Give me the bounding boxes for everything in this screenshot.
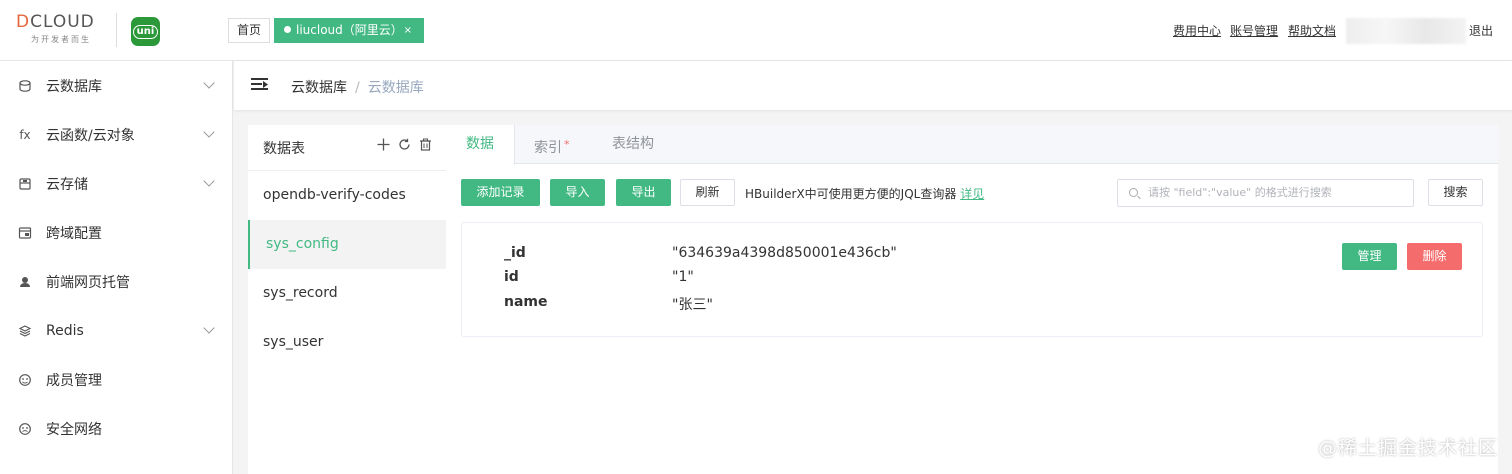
- import-button[interactable]: 导入: [550, 179, 605, 206]
- search-icon: [1129, 188, 1138, 197]
- breadcrumb-separator: /: [355, 80, 360, 96]
- sidebar-item-label: 成员管理: [46, 372, 102, 389]
- table-actions: [377, 138, 432, 155]
- link-help[interactable]: 帮助文档: [1288, 22, 1336, 39]
- delete-icon[interactable]: [419, 138, 432, 155]
- tab-label: 索引: [534, 140, 562, 156]
- sidebar-item-functions[interactable]: fx 云函数/云对象: [0, 110, 233, 159]
- link-billing[interactable]: 费用中心: [1173, 22, 1221, 39]
- refresh-icon[interactable]: [398, 138, 411, 155]
- sidebar-item-label: Redis: [46, 322, 84, 339]
- chevron-down-icon: [203, 175, 215, 187]
- tab-label: liucloud（阿里云）: [296, 23, 403, 37]
- table-item[interactable]: sys_user: [248, 318, 446, 367]
- tables-panel: 数据表 opendb-verify-codes sys_config sys_r…: [248, 125, 446, 474]
- delete-button[interactable]: 删除: [1407, 243, 1462, 270]
- close-icon[interactable]: ×: [404, 18, 412, 43]
- tab-data[interactable]: 数据: [446, 125, 515, 165]
- link-account[interactable]: 账号管理: [1230, 22, 1278, 39]
- user-avatar-blurred[interactable]: [1346, 18, 1466, 44]
- sidebar-item-redis[interactable]: Redis: [0, 306, 233, 355]
- tab-index[interactable]: 索引 *: [514, 125, 590, 164]
- sidebar-item-label: 云存储: [46, 176, 88, 193]
- hint-text: HBuilderX中可使用更方便的JQL查询器: [745, 187, 957, 201]
- sidebar-item-label: 跨域配置: [46, 225, 102, 242]
- breadcrumb: 云数据库 / 云数据库: [291, 77, 424, 97]
- active-dot-icon: [284, 26, 291, 33]
- search-placeholder: 请按 "field":"value" 的格式进行搜索: [1148, 186, 1332, 199]
- sidebar-item-hosting[interactable]: 前端网页托管: [0, 257, 233, 306]
- tab-liucloud[interactable]: liucloud（阿里云） ×: [274, 18, 424, 43]
- search-button[interactable]: 搜索: [1428, 179, 1483, 206]
- storage-icon: [18, 177, 32, 191]
- sidebar-item-cors[interactable]: 跨域配置: [0, 208, 233, 257]
- dcloud-logo[interactable]: DCLOUD 为开发者而生: [16, 12, 106, 48]
- table-item-selected[interactable]: sys_config: [248, 220, 446, 269]
- database-icon: [18, 79, 32, 93]
- watermark: @稀土掘金技术社区: [1317, 437, 1498, 459]
- breadcrumb-current: 云数据库: [367, 80, 424, 96]
- chevron-down-icon: [203, 126, 215, 138]
- search-input[interactable]: 请按 "field":"value" 的格式进行搜索: [1117, 179, 1414, 207]
- sidebar-item-security[interactable]: 安全网络: [0, 404, 233, 453]
- sidebar-item-label: 云数据库: [46, 78, 102, 95]
- add-record-button[interactable]: 添加记录: [461, 179, 540, 206]
- logo-tagline: 为开发者而生: [31, 35, 91, 44]
- logo-divider: [116, 13, 117, 47]
- breadcrumb-bar: 云数据库 / 云数据库: [234, 61, 1512, 110]
- field-key: _id: [504, 245, 526, 261]
- sidebar-item-members[interactable]: 成员管理: [0, 355, 233, 404]
- required-mark: *: [564, 138, 570, 151]
- tab-strip: 数据 索引 * 表结构: [446, 125, 1498, 165]
- tables-header: 数据表: [248, 125, 446, 171]
- sidebar-item-label: 安全网络: [46, 421, 102, 438]
- chevron-down-icon: [203, 77, 215, 89]
- refresh-button[interactable]: 刷新: [680, 179, 735, 206]
- table-item[interactable]: sys_record: [248, 269, 446, 318]
- logout-link[interactable]: 退出: [1469, 22, 1493, 39]
- members-icon: [18, 373, 32, 387]
- sidebar: 云数据库 fx 云函数/云对象 云存储 跨域配置 前端网页托管 Redis 成员…: [0, 61, 233, 474]
- top-bar: DCLOUD 为开发者而生 uni 首页 liucloud（阿里云） × 费用中…: [0, 0, 1512, 61]
- logo-text: DCLOUD: [16, 12, 95, 32]
- uni-app-icon[interactable]: uni: [131, 17, 160, 46]
- field-key: name: [504, 294, 548, 310]
- hosting-icon: [18, 275, 32, 289]
- record-card: _id "634639a4398d850001e436cb" id "1" na…: [461, 222, 1483, 337]
- chevron-down-icon: [203, 322, 215, 334]
- tables-title: 数据表: [263, 141, 305, 157]
- field-value: "张三": [672, 297, 713, 313]
- redis-icon: [18, 324, 32, 338]
- field-value: "634639a4398d850001e436cb": [672, 245, 897, 261]
- main-panel: 数据 索引 * 表结构 添加记录 导入 导出 刷新 HBuilderX中可使用更方…: [446, 125, 1498, 474]
- breadcrumb-root[interactable]: 云数据库: [291, 80, 347, 96]
- manage-button[interactable]: 管理: [1342, 243, 1397, 270]
- function-icon: fx: [19, 127, 31, 142]
- export-button[interactable]: 导出: [616, 179, 671, 206]
- table-item[interactable]: opendb-verify-codes: [248, 171, 446, 220]
- sidebar-item-label: 云函数/云对象: [46, 127, 135, 144]
- sidebar-item-database[interactable]: 云数据库: [0, 61, 233, 110]
- security-icon: [18, 422, 32, 436]
- hint-details-link[interactable]: 详见: [960, 187, 984, 201]
- field-key: id: [504, 269, 519, 285]
- uni-badge: uni: [132, 24, 159, 39]
- add-icon[interactable]: [377, 138, 390, 155]
- tab-schema[interactable]: 表结构: [592, 125, 674, 164]
- collapse-menu-icon[interactable]: [251, 78, 268, 91]
- field-value: "1": [672, 269, 694, 285]
- cors-icon: [18, 226, 32, 240]
- tab-home[interactable]: 首页: [228, 18, 271, 43]
- sidebar-item-label: 前端网页托管: [46, 274, 130, 291]
- sidebar-item-storage[interactable]: 云存储: [0, 159, 233, 208]
- jql-hint: HBuilderX中可使用更方便的JQL查询器 详见: [745, 185, 984, 202]
